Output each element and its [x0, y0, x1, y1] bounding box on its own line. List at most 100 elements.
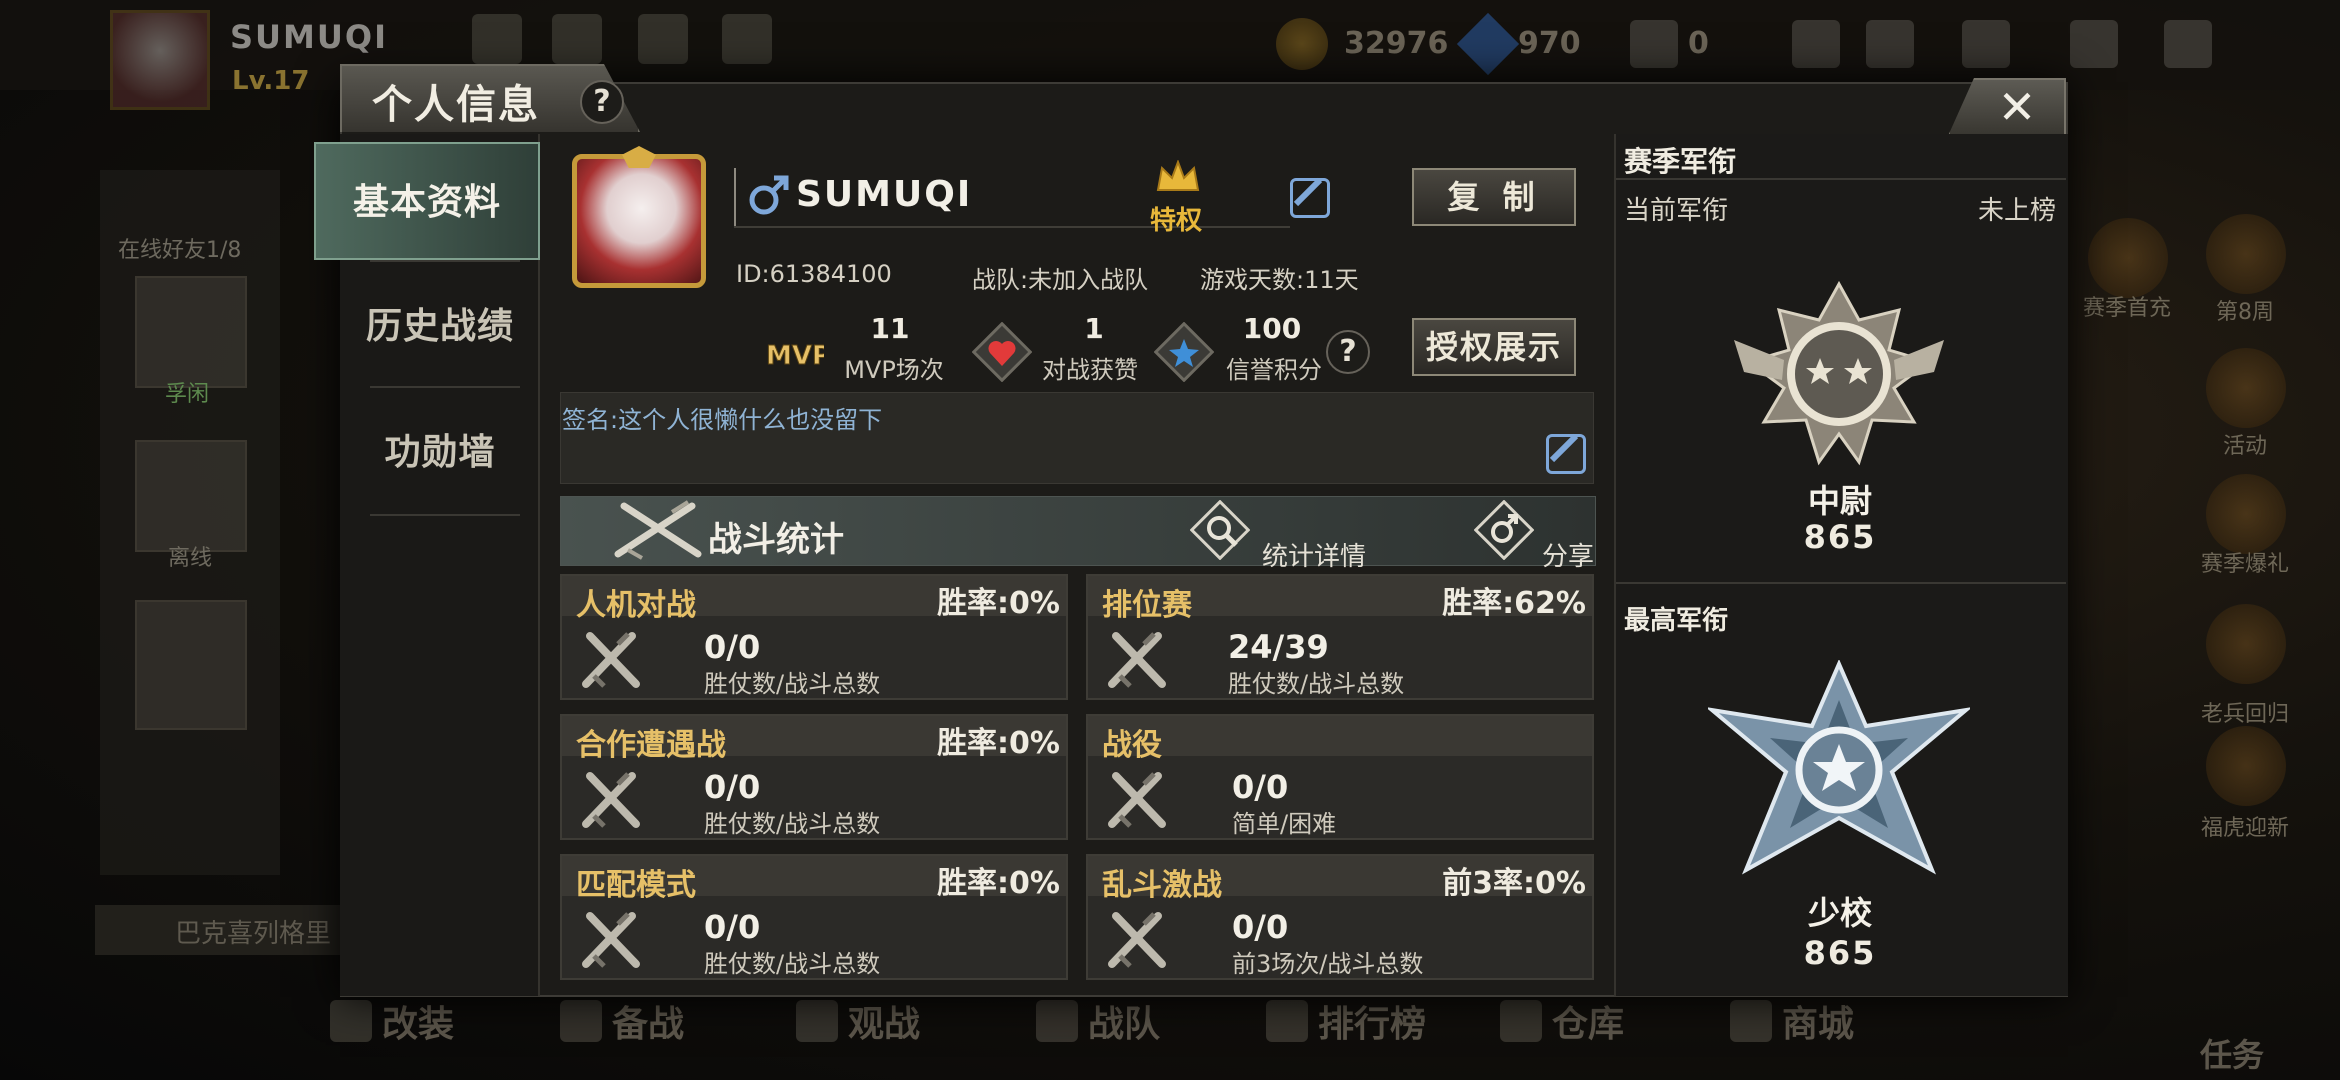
event-icon	[2206, 214, 2286, 294]
friend-avatar	[135, 276, 247, 388]
record-caption: 胜仗数/战斗总数	[704, 950, 881, 978]
crossed-swords-icon	[1104, 766, 1170, 832]
win-rate: 胜率:0%	[937, 586, 1060, 621]
bottom-nav-item: 改装	[330, 995, 454, 1047]
record-caption: 胜仗数/战斗总数	[704, 810, 881, 838]
edit-name-icon[interactable]	[1290, 178, 1330, 218]
friend-avatar	[135, 600, 247, 730]
bottom-nav-item: 战队	[1036, 995, 1160, 1047]
event-icon	[2088, 218, 2168, 298]
bottom-nav-item: 观战	[796, 995, 920, 1047]
gold-coin-icon	[1276, 18, 1328, 70]
signature-text: 签名:这个人很懒什么也没留下	[562, 406, 883, 434]
more-icon	[722, 14, 772, 64]
highest-rank-label: 最高军衔	[1624, 606, 1729, 636]
bottom-nav-item: 仓库	[1500, 995, 1624, 1047]
event-icon	[2206, 604, 2286, 684]
record-caption: 胜仗数/战斗总数	[704, 670, 881, 698]
record-value: 0/0	[704, 908, 761, 946]
mode-name: 匹配模式	[576, 868, 696, 903]
copy-button[interactable]: 复 制	[1412, 168, 1576, 226]
likes-count: 1	[1084, 312, 1104, 345]
plus-icon	[1792, 20, 1840, 68]
spectate-icon	[796, 1000, 838, 1042]
online-friends-label: 在线好友1/8	[118, 238, 242, 263]
credit-score: 100	[1242, 312, 1302, 345]
title-help-button[interactable]: ?	[580, 80, 624, 124]
current-rank-score: 865	[1803, 518, 1877, 556]
play-days: 游戏天数:11天	[1200, 266, 1359, 294]
friends-icon	[1866, 20, 1914, 68]
tab-separator	[370, 260, 520, 262]
leaderboard-status: 未上榜	[1978, 196, 2057, 226]
lobby-player-level: Lv.17	[232, 66, 310, 96]
tab-history[interactable]: 历史战绩	[340, 268, 540, 386]
tab-separator	[370, 514, 520, 516]
lieutenant-badge-icon	[1724, 280, 1954, 470]
mode-name: 战役	[1102, 728, 1162, 763]
share-label[interactable]: 分享	[1542, 536, 1594, 573]
player-avatar[interactable]	[572, 154, 706, 288]
crown-nav-icon	[552, 14, 602, 64]
settings-icon	[2070, 20, 2118, 68]
mvp-label: MVP场次	[844, 356, 944, 384]
side-tabs: 基本资料 历史战绩 功勋墙	[314, 134, 540, 996]
record-value: 0/0	[1232, 908, 1289, 946]
mode-card-match[interactable]: 匹配模式 胜率:0% 0/0 胜仗数/战斗总数	[560, 854, 1068, 980]
event-icon	[2206, 474, 2286, 554]
live-icon	[638, 14, 688, 64]
event-label: 老兵回归	[2200, 702, 2289, 727]
tab-basic-info[interactable]: 基本资料	[314, 142, 540, 260]
event-label: 第8周	[2216, 300, 2274, 325]
player-name: SUMUQI	[796, 174, 973, 215]
authorize-display-button[interactable]: 授权展示	[1412, 318, 1576, 376]
win-rate: 胜率:0%	[937, 866, 1060, 901]
mode-name: 乱斗激战	[1102, 868, 1222, 903]
win-rate: 胜率:62%	[1442, 586, 1586, 621]
bottom-nav-item: 排行榜	[1266, 995, 1426, 1047]
mvp-count: 11	[870, 312, 910, 345]
stats-detail-icon[interactable]	[1189, 499, 1251, 561]
mode-name: 合作遭遇战	[576, 728, 726, 763]
rank-divider	[1616, 178, 2066, 180]
privilege-label[interactable]: 特权	[1150, 200, 1202, 237]
mvp-icon: MVP	[764, 324, 832, 382]
credit-help-button[interactable]: ?	[1326, 330, 1370, 374]
mode-name: 人机对战	[576, 588, 696, 623]
record-value: 24/39	[1228, 628, 1329, 666]
mode-name: 排位赛	[1102, 588, 1192, 623]
card-header	[1088, 716, 1592, 756]
highest-rank-name: 少校	[1807, 894, 1872, 932]
record-value: 0/0	[704, 628, 761, 666]
crown-icon[interactable]	[1156, 159, 1200, 194]
card-amount: 0	[1688, 26, 1709, 61]
diamond-amount: 970	[1518, 26, 1581, 61]
player-id: ID:61384100	[736, 260, 892, 288]
lobby-avatar	[110, 10, 210, 110]
leaderboard-icon	[1266, 1000, 1308, 1042]
stats-detail-label[interactable]: 统计详情	[1262, 536, 1366, 573]
bottom-nav-item: 备战	[560, 995, 684, 1047]
modify-icon	[330, 1000, 372, 1042]
record-caption: 胜仗数/战斗总数	[1228, 670, 1405, 698]
record-value: 0/0	[1232, 768, 1289, 806]
mode-card-brawl[interactable]: 乱斗激战 前3率:0% 0/0 前3场次/战斗总数	[1086, 854, 1594, 980]
mode-card-pve[interactable]: 人机对战 胜率:0% 0/0 胜仗数/战斗总数	[560, 574, 1068, 700]
highest-rank-score: 865	[1803, 934, 1877, 972]
credit-label: 信誉积分	[1226, 356, 1322, 384]
tab-honor-wall[interactable]: 功勋墙	[340, 394, 540, 512]
rank-divider	[1616, 582, 2066, 584]
male-icon	[746, 172, 792, 218]
likes-label: 对战获赞	[1042, 356, 1138, 384]
crossed-swords-icon	[578, 766, 644, 832]
event-label: 福虎迎新	[2200, 816, 2289, 841]
chat-preview: 巴克喜列格里	[95, 905, 355, 955]
warehouse-icon	[1500, 1000, 1542, 1042]
mode-card-campaign[interactable]: 战役 0/0 简单/困难	[1086, 714, 1594, 840]
mode-card-ranked[interactable]: 排位赛 胜率:62% 24/39 胜仗数/战斗总数	[1086, 574, 1594, 700]
edit-signature-icon[interactable]	[1546, 434, 1586, 474]
share-icon[interactable]	[1473, 499, 1535, 561]
name-divider	[734, 168, 736, 226]
mode-card-coop[interactable]: 合作遭遇战 胜率:0% 0/0 胜仗数/战斗总数	[560, 714, 1068, 840]
friend-status: 离线	[168, 546, 213, 571]
